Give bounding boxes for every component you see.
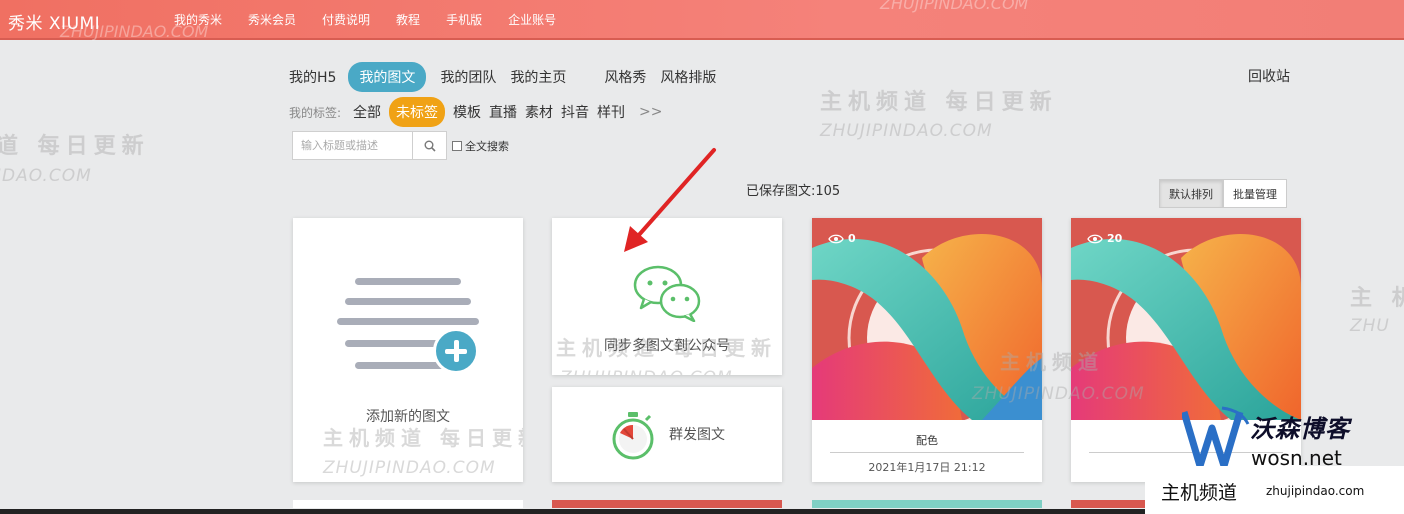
sync-wechat-card[interactable]: 主机频道 每日更新 ZHUJIPINDAO.COM 同步多图文到公众号 (552, 218, 782, 375)
recycle-bin-link[interactable]: 回收站 (1248, 66, 1290, 86)
view-count: 0 (828, 232, 856, 245)
article-card-stub (812, 500, 1042, 508)
nav-my-xiumi[interactable]: 我的秀米 (174, 11, 222, 28)
search-input[interactable] (293, 132, 412, 159)
tab-style-layout[interactable]: 风格排版 (660, 64, 716, 90)
tag-template[interactable]: 模板 (453, 102, 481, 122)
tag-sample[interactable]: 样刊 (597, 102, 625, 122)
tab-my-articles[interactable]: 我的图文 (348, 62, 427, 92)
watermark: ZHUJIPINDAO.COM (560, 368, 733, 375)
divider (830, 452, 1024, 453)
eye-icon (1087, 234, 1103, 243)
bottom-border (0, 509, 1145, 514)
view-count-value: 20 (1107, 232, 1123, 245)
tab-my-team[interactable]: 我的团队 (440, 64, 496, 90)
content-tabs: 我的H5 我的图文 我的团队 我的主页 风格秀 风格排版 (289, 62, 730, 92)
tab-style-show[interactable]: 风格秀 (604, 64, 646, 90)
watermark: 道 每日更新 (0, 134, 150, 159)
top-bar: 秀米 XIUMI 我的秀米 秀米会员 付费说明 教程 手机版 企业账号 ZHUJ… (0, 0, 1404, 41)
watermark: ZHUJIPINDAO.COM (820, 121, 993, 141)
sync-wechat-label: 同步多图文到公众号 (604, 338, 730, 354)
brand-name: 沃森博客 (1250, 415, 1350, 443)
tag-filter: 我的标签: 全部 未标签 模板 直播 素材 抖音 样刊 >> (289, 97, 671, 127)
watermark: 主机频道 每日更新 (820, 90, 1058, 115)
nav-pricing[interactable]: 付费说明 (322, 11, 370, 28)
footer-watermark-en: zhujipindao.com (1266, 484, 1365, 498)
tag-douyin[interactable]: 抖音 (561, 102, 589, 122)
plus-icon (433, 328, 479, 374)
nav-mobile[interactable]: 手机版 (446, 11, 482, 28)
fulltext-checkbox[interactable] (452, 141, 462, 151)
eye-icon (828, 234, 844, 243)
mass-send-card[interactable]: 群发图文 (552, 387, 782, 482)
tag-untagged[interactable]: 未标签 (389, 97, 446, 127)
logo[interactable]: 秀米 XIUMI (8, 9, 100, 34)
watermark: IDAO.COM (0, 166, 92, 186)
watermark: ZHU (1350, 316, 1390, 336)
nav-membership[interactable]: 秀米会员 (248, 11, 296, 28)
footer-watermark-cn: 主机频道 (1161, 482, 1238, 504)
nav-enterprise[interactable]: 企业账号 (508, 11, 556, 28)
search-button[interactable] (412, 132, 446, 159)
tag-material[interactable]: 素材 (525, 102, 553, 122)
batch-manage-button[interactable]: 批量管理 (1223, 179, 1287, 208)
fulltext-search-option[interactable]: 全文搜索 (452, 138, 509, 154)
watermark: ZHUJIPINDAO.COM (880, 0, 1029, 13)
wechat-icon (633, 265, 701, 322)
search-box (292, 131, 447, 160)
watermark: ZHUJIPINDAO.COM (323, 458, 496, 478)
saved-count: 已保存图文:105 (746, 184, 841, 199)
add-article-label: 添加新的图文 (366, 409, 450, 425)
view-count: 20 (1087, 232, 1122, 245)
view-count-value: 0 (848, 232, 856, 245)
tab-my-h5[interactable]: 我的H5 (289, 64, 336, 90)
article-card-stub (1071, 500, 1145, 508)
tab-my-homepage[interactable]: 我的主页 (510, 64, 566, 90)
article-title: 配色 (916, 434, 938, 447)
tag-more-button[interactable]: >> (639, 104, 662, 120)
article-thumbnail[interactable] (1071, 218, 1301, 420)
tag-live[interactable]: 直播 (489, 102, 517, 122)
watermark: 主机频道 每日更新 (323, 426, 523, 450)
tag-all[interactable]: 全部 (353, 102, 381, 122)
article-card[interactable]: 0 配色 2021年1月17日 21:12 (812, 218, 1042, 482)
watermark: 主 机 (1350, 286, 1404, 311)
fulltext-label: 全文搜索 (465, 140, 509, 153)
nav-tutorial[interactable]: 教程 (396, 11, 420, 28)
article-card-stub (552, 500, 782, 508)
article-date: 2021年1月17日 21:12 (868, 461, 986, 474)
main-nav: 我的秀米 秀米会员 付费说明 教程 手机版 企业账号 (174, 11, 582, 28)
mass-send-label: 群发图文 (669, 427, 725, 443)
article-card-stub (293, 500, 523, 508)
timer-icon (612, 412, 654, 460)
add-article-card[interactable]: 主机频道 每日更新 ZHUJIPINDAO.COM 添加新的图文 (293, 218, 523, 482)
sort-button-group: 默认排列 批量管理 (1159, 179, 1287, 208)
default-sort-button[interactable]: 默认排列 (1159, 179, 1223, 208)
tag-filter-label: 我的标签: (289, 105, 342, 120)
article-thumbnail[interactable] (812, 218, 1042, 420)
search-icon (424, 140, 436, 152)
